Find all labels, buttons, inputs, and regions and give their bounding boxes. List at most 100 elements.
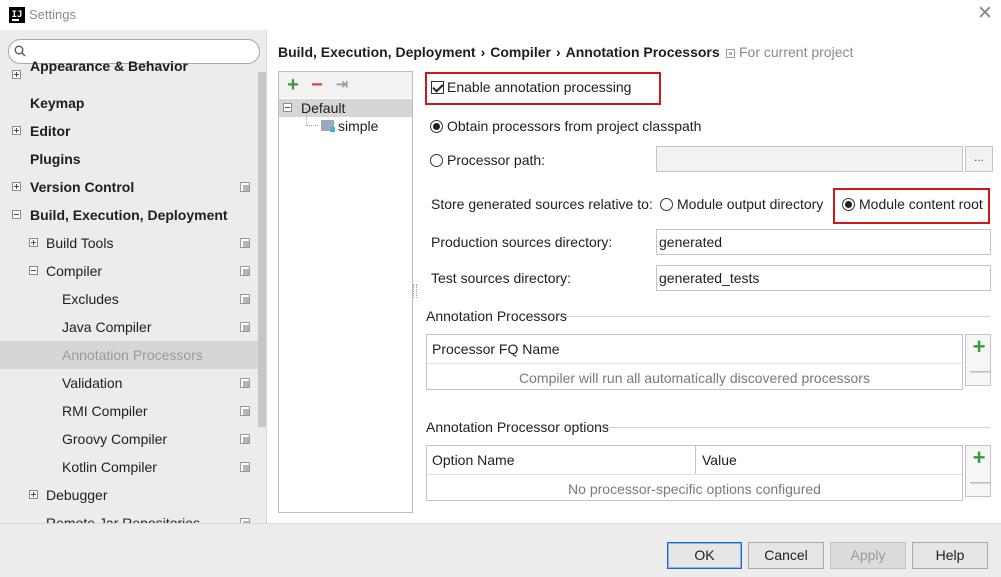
production-dir-label: Production sources directory:	[431, 234, 613, 250]
options-empty-text: No processor-specific options configured	[568, 481, 821, 497]
sidebar-item-version-control[interactable]: Version Control	[0, 173, 258, 201]
expand-icon[interactable]	[29, 490, 38, 499]
expand-icon[interactable]	[29, 238, 38, 247]
profile-default[interactable]: Default	[279, 99, 412, 117]
breadcrumb-annotation-processors: Annotation Processors	[565, 44, 720, 60]
processor-path-radio[interactable]	[430, 154, 443, 167]
collapse-icon[interactable]	[12, 210, 21, 219]
breadcrumb-separator: ›	[480, 44, 486, 60]
sidebar-item-build-execution-deployment[interactable]: Build, Execution, Deployment	[0, 201, 258, 229]
sidebar-item-rmi-compiler[interactable]: RMI Compiler	[0, 397, 258, 425]
project-scope-icon	[726, 49, 735, 58]
sidebar-item-build-tools[interactable]: Build Tools	[0, 229, 258, 257]
search-icon	[14, 45, 26, 57]
sidebar-item-plugins[interactable]: Plugins	[0, 145, 258, 173]
window-title: Settings	[29, 7, 76, 22]
expand-icon[interactable]	[12, 126, 21, 135]
options-table[interactable]: Option Name Value No processor-specific …	[426, 445, 963, 501]
project-scope-icon	[240, 434, 250, 444]
production-dir-input[interactable]: generated	[656, 229, 991, 255]
help-button[interactable]: Help	[912, 542, 988, 569]
close-icon[interactable]: ✕	[974, 3, 996, 25]
expand-icon[interactable]	[12, 182, 21, 191]
section-divider	[606, 427, 990, 428]
remove-processor-button[interactable]: —	[970, 359, 990, 383]
add-option-button[interactable]: +	[970, 446, 988, 470]
breadcrumb-compiler: Compiler	[490, 44, 551, 60]
project-scope-icon	[240, 322, 250, 332]
option-name-header[interactable]: Option Name	[427, 446, 514, 474]
profiles-toolbar: + − ⇥	[279, 72, 412, 98]
processors-empty-text: Compiler will run all automatically disc…	[519, 370, 870, 386]
section-divider	[566, 316, 990, 317]
annotation-processors-section-title: Annotation Processors	[426, 308, 567, 324]
panel-splitter[interactable]	[413, 284, 417, 298]
sidebar-item-editor[interactable]: Editor	[0, 117, 258, 145]
collapse-icon[interactable]	[283, 103, 292, 112]
profiles-panel: + − ⇥ Default simple	[278, 71, 413, 513]
remove-option-button[interactable]: —	[970, 470, 990, 494]
add-processor-button[interactable]: +	[970, 335, 988, 359]
project-scope-icon	[240, 266, 250, 276]
module-content-root-label: Module content root	[859, 196, 983, 212]
title-bar: IJ Settings ✕	[0, 0, 1001, 30]
module-folder-icon	[321, 120, 335, 132]
options-toolbar: + —	[965, 445, 991, 497]
enable-annotation-processing-checkbox[interactable]	[431, 81, 444, 94]
browse-button[interactable]: ...	[965, 146, 993, 172]
sidebar-item-debugger[interactable]: Debugger	[0, 481, 258, 509]
obtain-classpath-label: Obtain processors from project classpath	[447, 118, 702, 134]
module-simple-label: simple	[338, 118, 379, 134]
store-relative-label: Store generated sources relative to:	[431, 196, 653, 212]
sidebar-item-appearance[interactable]: Appearance & Behavior	[0, 58, 258, 89]
project-scope-icon	[240, 238, 250, 248]
header-divider	[427, 363, 962, 364]
obtain-classpath-radio[interactable]	[430, 120, 443, 133]
module-output-label: Module output directory	[677, 196, 824, 212]
ok-button[interactable]: OK	[667, 542, 742, 569]
project-scope-icon	[240, 406, 250, 416]
apply-button[interactable]: Apply	[830, 542, 906, 569]
move-to-profile-icon[interactable]: ⇥	[332, 75, 352, 95]
test-dir-input[interactable]: generated_tests	[656, 265, 991, 291]
add-profile-button[interactable]: +	[283, 75, 303, 95]
settings-sidebar: Appearance & Behavior Keymap Editor Plug…	[0, 30, 267, 523]
sidebar-item-compiler[interactable]: Compiler	[0, 257, 258, 285]
processors-table[interactable]: Processor FQ Name Compiler will run all …	[426, 334, 963, 390]
sidebar-item-remote-jar-repositories[interactable]: Remote Jar Repositories	[0, 509, 258, 523]
sidebar-item-kotlin-compiler[interactable]: Kotlin Compiler	[0, 453, 258, 481]
processors-toolbar: + —	[965, 334, 991, 386]
sidebar-item-validation[interactable]: Validation	[0, 369, 258, 397]
expand-icon[interactable]	[12, 70, 21, 79]
profile-module-simple[interactable]: simple	[279, 117, 412, 135]
project-scope-icon	[240, 462, 250, 472]
processor-path-field[interactable]	[656, 146, 963, 172]
dialog-button-bar: OK Cancel Apply Help	[0, 523, 1001, 577]
cancel-button[interactable]: Cancel	[748, 542, 824, 569]
sidebar-scrollbar[interactable]	[258, 72, 266, 427]
module-output-radio[interactable]	[660, 198, 673, 211]
value-header[interactable]: Value	[697, 446, 737, 474]
project-scope-icon	[240, 378, 250, 388]
processor-path-label: Processor path:	[447, 152, 546, 168]
scope-label: For current project	[739, 44, 854, 60]
sidebar-item-keymap[interactable]: Keymap	[0, 89, 258, 117]
header-divider	[427, 474, 962, 475]
breadcrumb-build: Build, Execution, Deployment	[278, 44, 476, 60]
column-separator[interactable]	[695, 446, 696, 474]
sidebar-item-excludes[interactable]: Excludes	[0, 285, 258, 313]
project-scope-icon	[240, 294, 250, 304]
test-dir-label: Test sources directory:	[431, 270, 572, 286]
scope-indicator: For current project	[726, 42, 853, 62]
sidebar-item-annotation-processors[interactable]: Annotation Processors	[0, 341, 258, 369]
collapse-icon[interactable]	[29, 266, 38, 275]
sidebar-item-java-compiler[interactable]: Java Compiler	[0, 313, 258, 341]
module-content-root-radio[interactable]	[842, 198, 855, 211]
processor-fq-name-header[interactable]: Processor FQ Name	[427, 335, 560, 363]
breadcrumb: Build, Execution, Deployment › Compiler › An…	[278, 42, 720, 62]
remove-profile-button[interactable]: −	[307, 75, 327, 95]
sidebar-item-groovy-compiler[interactable]: Groovy Compiler	[0, 425, 258, 453]
enable-annotation-processing-label: Enable annotation processing	[447, 79, 632, 95]
breadcrumb-separator: ›	[555, 44, 561, 60]
project-scope-icon	[240, 182, 250, 192]
